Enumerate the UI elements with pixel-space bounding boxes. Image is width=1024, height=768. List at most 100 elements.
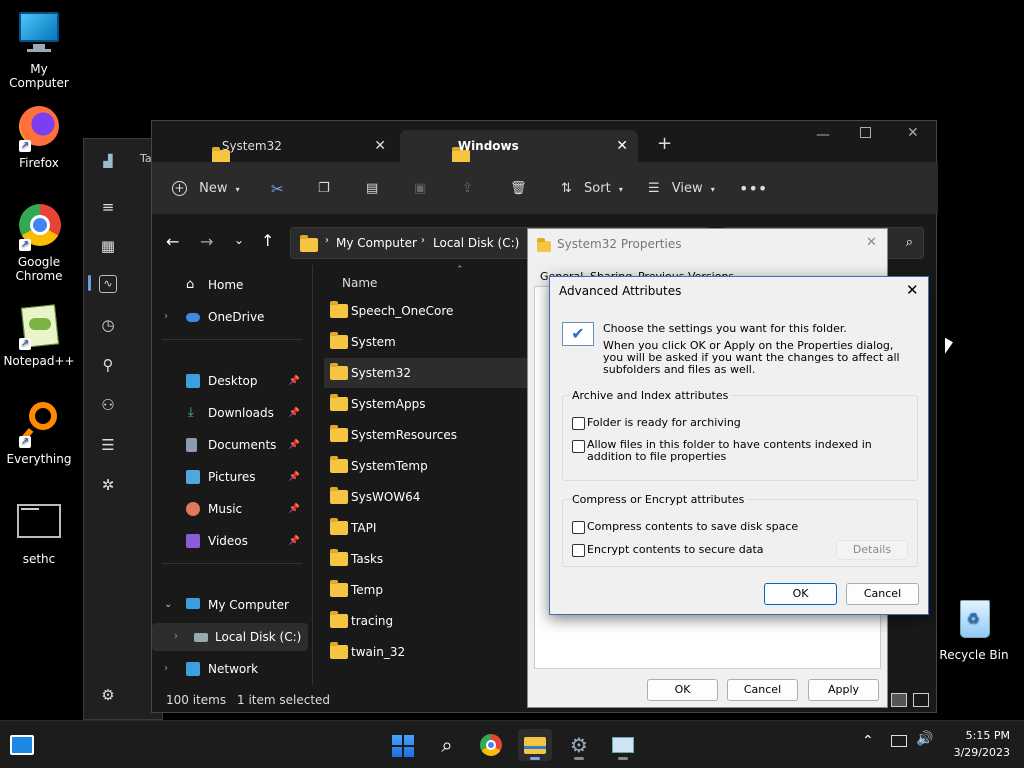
taskbar-task-manager-icon[interactable]: [606, 729, 640, 761]
advanced-attributes-dialog[interactable]: Advanced Attributes ✕ ✔ Choose the setti…: [549, 276, 929, 615]
details-list-icon[interactable]: ☰: [98, 435, 118, 455]
index-checkbox[interactable]: [572, 440, 585, 453]
breadcrumb-sep-icon: ›: [325, 235, 329, 246]
encrypt-checkbox[interactable]: [572, 544, 585, 557]
tab-system32[interactable]: System32 ✕: [158, 130, 394, 164]
sort-button[interactable]: ⇅ Sort ▾: [561, 179, 623, 199]
desktop-icon-chrome[interactable]: ↗ Google Chrome: [1, 203, 77, 283]
delete-icon[interactable]: 🗑: [510, 179, 527, 199]
app-history-icon[interactable]: ◷: [98, 315, 118, 335]
paste-icon[interactable]: ▤: [366, 179, 378, 199]
desktop-icon-recycle-bin[interactable]: ♻ Recycle Bin: [936, 596, 1012, 662]
rename-icon[interactable]: ▣: [414, 179, 426, 199]
share-icon[interactable]: ⇪: [462, 179, 473, 199]
desktop-icon-my-computer[interactable]: My Computer: [1, 10, 77, 90]
close-tab-icon[interactable]: ✕: [616, 130, 628, 162]
taskbar-chrome-icon[interactable]: [474, 729, 508, 761]
file-list-row[interactable]: System32: [324, 358, 530, 388]
column-header-name[interactable]: Name: [342, 276, 377, 290]
compress-checkbox[interactable]: [572, 521, 585, 534]
file-list-row[interactable]: TAPI: [324, 513, 524, 543]
pin-icon[interactable]: 📌: [289, 431, 300, 459]
recent-chevron-icon[interactable]: ⌄: [234, 233, 244, 247]
breadcrumb-local-disk[interactable]: Local Disk (C:): [433, 236, 519, 250]
properties-cancel-button[interactable]: Cancel: [727, 679, 798, 701]
desktop-icon-sethc[interactable]: sethc: [1, 500, 77, 566]
startup-apps-icon[interactable]: ⚲: [98, 355, 118, 375]
properties-ok-button[interactable]: OK: [647, 679, 718, 701]
show-hidden-icons-chevron[interactable]: ⌃: [862, 733, 874, 749]
volume-icon[interactable]: 🔊: [916, 731, 933, 747]
details-view-icon[interactable]: [891, 693, 907, 707]
up-arrow-icon[interactable]: ↑: [261, 231, 274, 250]
details-button[interactable]: Details: [836, 540, 908, 560]
new-tab-icon[interactable]: +: [657, 133, 672, 154]
nav-videos[interactable]: Videos 📌: [152, 527, 308, 555]
file-list-row[interactable]: SystemTemp: [324, 451, 524, 481]
taskbar-settings-icon[interactable]: ⚙: [562, 729, 596, 761]
performance-icon[interactable]: ∿: [99, 275, 117, 293]
file-list-row[interactable]: Temp: [324, 575, 524, 605]
nav-home[interactable]: ⌂ Home: [152, 271, 308, 299]
archive-checkbox[interactable]: [572, 417, 585, 430]
widgets-icon[interactable]: [10, 735, 34, 755]
back-arrow-icon[interactable]: ←: [166, 232, 179, 251]
pin-icon[interactable]: 📌: [289, 399, 300, 427]
taskbar-search-icon[interactable]: ⌕: [430, 729, 464, 761]
pin-icon[interactable]: 📌: [289, 463, 300, 491]
more-options-icon[interactable]: •••: [739, 179, 767, 199]
copy-icon[interactable]: ❐: [318, 179, 330, 199]
advanced-cancel-button[interactable]: Cancel: [846, 583, 919, 605]
advanced-ok-button[interactable]: OK: [764, 583, 837, 605]
nav-my-computer[interactable]: ⌄ My Computer: [152, 591, 308, 619]
pin-icon[interactable]: 📌: [289, 495, 300, 523]
nav-pictures[interactable]: Pictures 📌: [152, 463, 308, 491]
settings-gear-icon[interactable]: ⚙: [98, 685, 118, 705]
file-list-row[interactable]: Tasks: [324, 544, 524, 574]
pin-icon[interactable]: 📌: [289, 367, 300, 395]
clock-time[interactable]: 5:15 PM: [956, 729, 1010, 742]
file-list-row[interactable]: Speech_OneCore: [324, 296, 524, 326]
close-window-icon[interactable]: ✕: [907, 125, 919, 141]
forward-arrow-icon[interactable]: →: [200, 232, 213, 251]
desktop-icon-firefox[interactable]: ↗ Firefox: [1, 104, 77, 170]
breadcrumb-my-computer[interactable]: My Computer: [336, 236, 417, 250]
file-list-row[interactable]: SystemApps: [324, 389, 524, 419]
file-list-row[interactable]: System: [324, 327, 524, 357]
close-tab-icon[interactable]: ✕: [374, 130, 386, 162]
notepadpp-icon: ↗: [15, 302, 63, 350]
desktop-icon-everything[interactable]: ↗ Everything: [1, 400, 77, 466]
cut-icon[interactable]: ✂: [271, 179, 284, 199]
nav-music[interactable]: Music 📌: [152, 495, 308, 523]
file-list-row[interactable]: SystemResources: [324, 420, 524, 450]
file-list-row[interactable]: twain_32: [324, 637, 524, 667]
nav-downloads[interactable]: ⤓ Downloads 📌: [152, 399, 308, 427]
file-list-row[interactable]: SysWOW64: [324, 482, 524, 512]
desktop-icon-notepadpp[interactable]: ↗ Notepad++: [1, 302, 77, 368]
new-button[interactable]: + New ▾: [172, 179, 240, 199]
minimize-icon[interactable]: —: [816, 127, 830, 143]
network-status-icon[interactable]: [891, 735, 907, 747]
start-button[interactable]: [386, 729, 420, 761]
nav-documents[interactable]: Documents 📌: [152, 431, 308, 459]
taskbar-file-explorer-icon[interactable]: [518, 729, 552, 761]
users-icon[interactable]: ⚇: [98, 395, 118, 415]
close-icon[interactable]: ✕: [866, 235, 877, 250]
close-icon[interactable]: ✕: [906, 281, 919, 299]
nav-onedrive[interactable]: › OneDrive: [152, 303, 308, 331]
file-list-row[interactable]: tracing: [324, 606, 524, 636]
properties-apply-button[interactable]: Apply: [808, 679, 879, 701]
services-icon[interactable]: ✲: [98, 475, 118, 495]
view-button[interactable]: ☰ View ▾: [648, 179, 715, 199]
clock-date[interactable]: 3/29/2023: [946, 746, 1010, 759]
hamburger-menu-icon[interactable]: ≡: [98, 197, 118, 217]
tiles-view-icon[interactable]: [913, 693, 929, 707]
collapse-chevron-icon: ⌄: [164, 599, 173, 610]
nav-desktop[interactable]: Desktop 📌: [152, 367, 308, 395]
pin-icon[interactable]: 📌: [289, 527, 300, 555]
maximize-icon[interactable]: [860, 127, 871, 138]
processes-icon[interactable]: ▦: [98, 236, 118, 256]
nav-local-disk[interactable]: › Local Disk (C:): [152, 623, 308, 651]
tab-windows[interactable]: Windows ✕: [400, 130, 638, 164]
nav-network[interactable]: › Network: [152, 655, 308, 683]
